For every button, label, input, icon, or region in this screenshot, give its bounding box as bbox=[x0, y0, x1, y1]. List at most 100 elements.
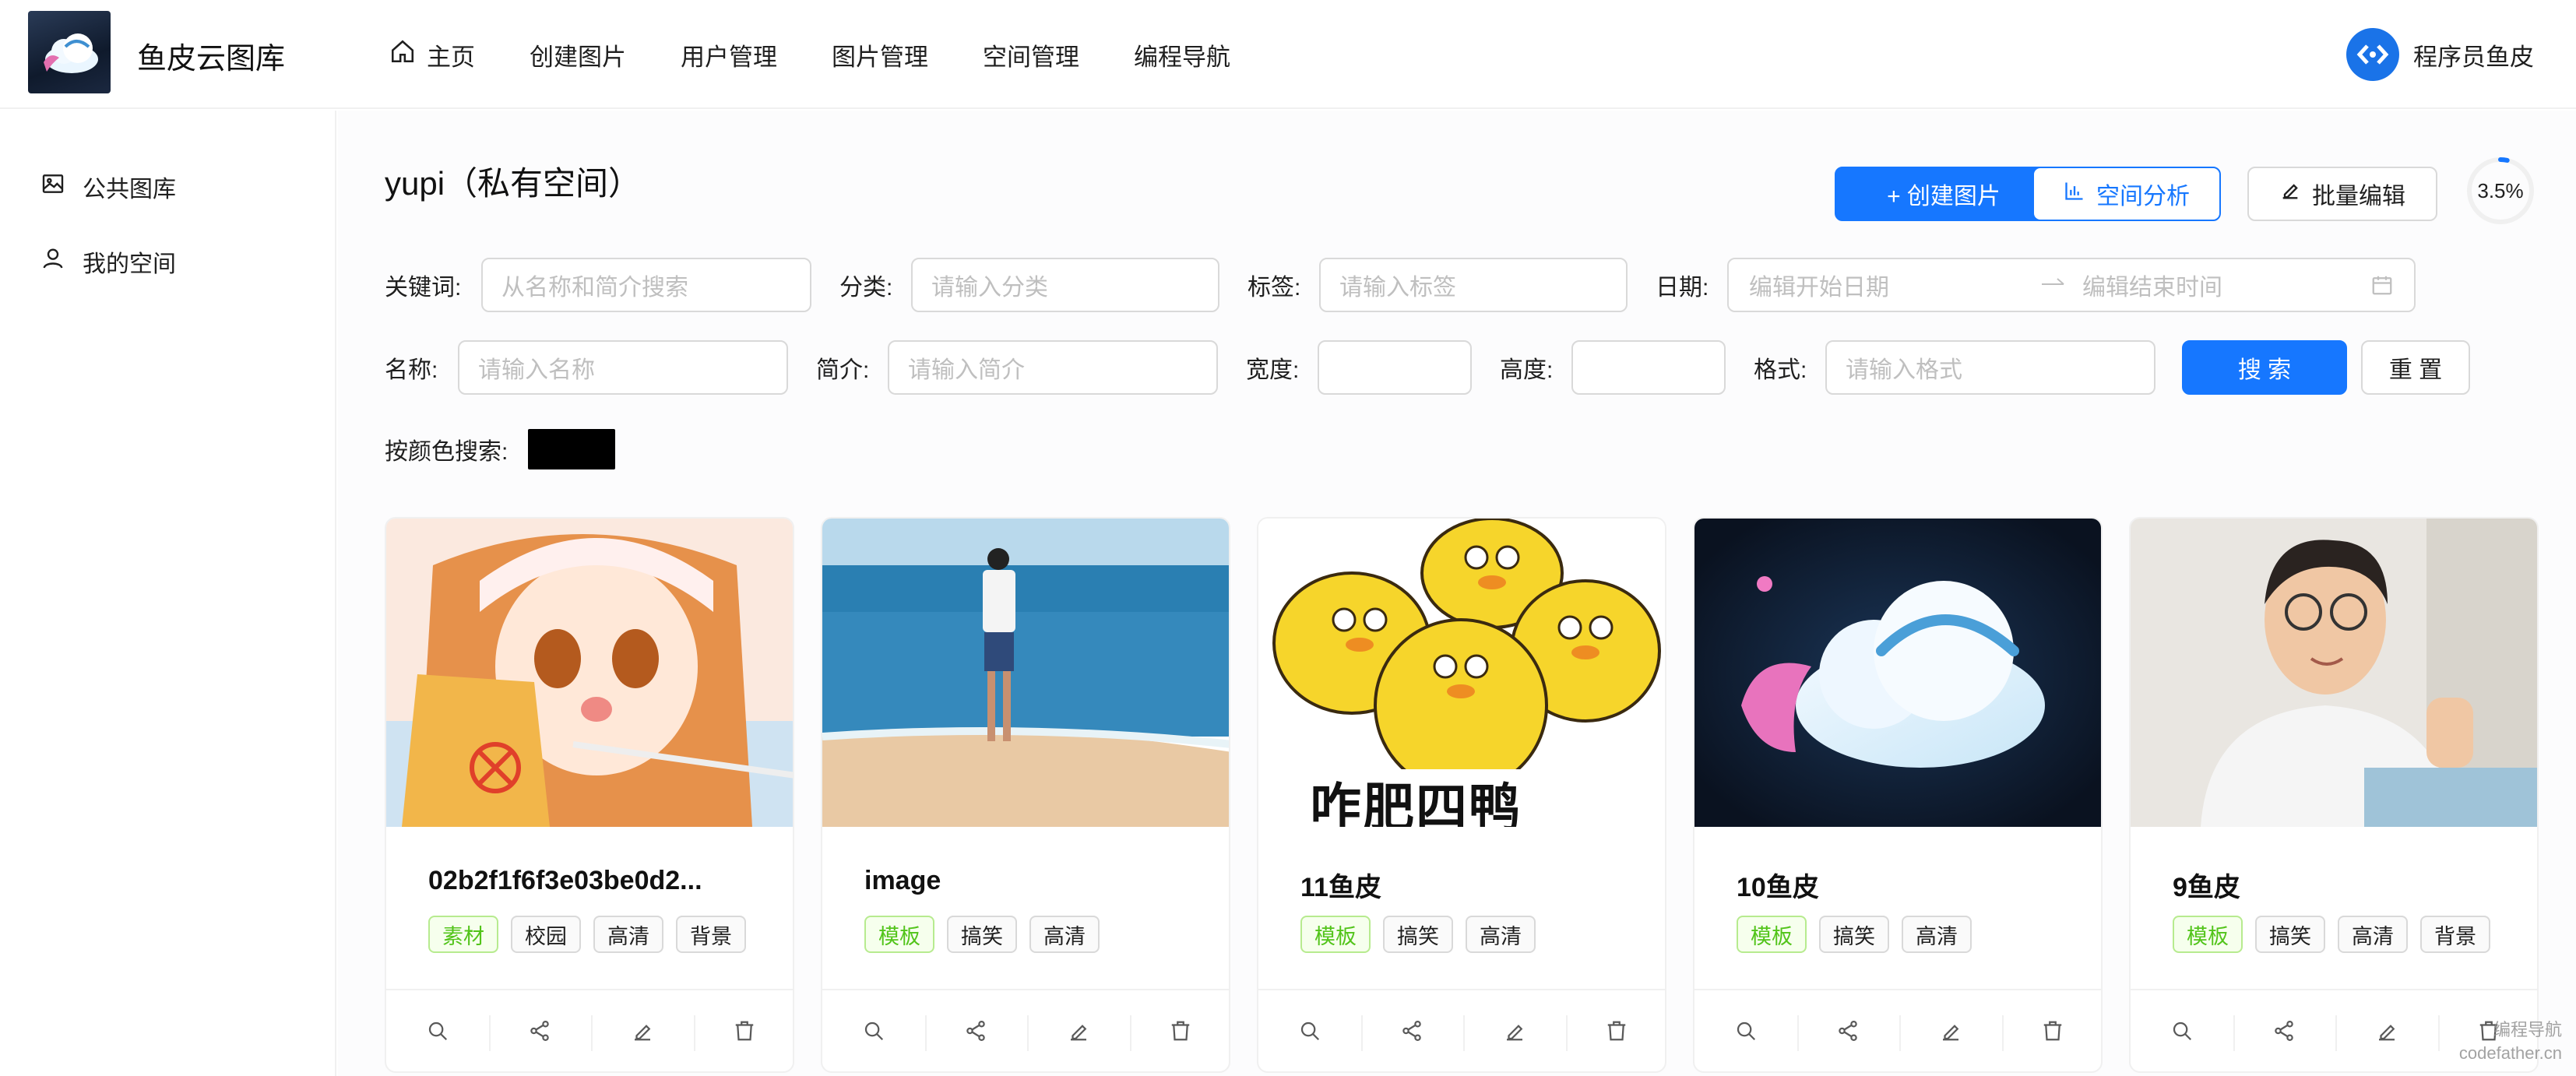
date-range-picker[interactable]: 编辑开始日期 编辑结束时间 bbox=[1727, 258, 2416, 312]
page-title: yupi（私有空间） bbox=[385, 165, 642, 202]
share-button[interactable] bbox=[2233, 990, 2336, 1071]
picture-thumbnail[interactable]: 咋肥四鸭 bbox=[1258, 519, 1665, 827]
tag: 搞笑 bbox=[2255, 916, 2325, 953]
delete-button[interactable] bbox=[2001, 990, 2102, 1071]
intro-input[interactable]: 请输入简介 bbox=[888, 340, 1218, 395]
tag: 搞笑 bbox=[947, 916, 1017, 953]
user-name[interactable]: 程序员鱼皮 bbox=[2413, 37, 2534, 72]
picture-icon bbox=[40, 171, 65, 202]
nav-coding-guide[interactable]: 编程导航 bbox=[1134, 37, 1230, 72]
tags-label: 标签: bbox=[1248, 275, 1301, 301]
category-tag: 模板 bbox=[1737, 916, 1807, 953]
card-actions bbox=[1258, 989, 1666, 1071]
tag: 高清 bbox=[2338, 916, 2408, 953]
edit-icon bbox=[1939, 1019, 1962, 1046]
category-input[interactable]: 请输入分类 bbox=[911, 258, 1219, 312]
view-button[interactable] bbox=[386, 990, 489, 1071]
search-button[interactable]: 搜 索 bbox=[2182, 340, 2347, 395]
space-analysis-button[interactable]: 空间分析 bbox=[2032, 167, 2221, 221]
picture-card[interactable]: 10鱼皮 模板 搞笑 高清 bbox=[1693, 517, 2103, 1073]
edit-button[interactable] bbox=[2335, 990, 2438, 1071]
nav-create-picture[interactable]: 创建图片 bbox=[530, 37, 626, 72]
view-button[interactable] bbox=[2131, 990, 2233, 1071]
height-input[interactable] bbox=[1571, 340, 1726, 395]
share-button[interactable] bbox=[488, 990, 592, 1071]
date-start-input[interactable]: 编辑开始日期 bbox=[1749, 268, 1889, 302]
sidebar: 公共图库 我的空间 bbox=[0, 111, 336, 1076]
delete-button[interactable] bbox=[1129, 990, 1230, 1071]
name-input[interactable]: 请输入名称 bbox=[458, 340, 788, 395]
category-tag: 模板 bbox=[864, 916, 934, 953]
share-icon bbox=[528, 1019, 551, 1046]
edit-icon bbox=[1067, 1019, 1090, 1046]
height-label: 高度: bbox=[1500, 357, 1554, 383]
delete-icon bbox=[733, 1019, 756, 1046]
picture-thumbnail[interactable] bbox=[2131, 519, 2537, 827]
avatar[interactable] bbox=[2346, 28, 2399, 81]
delete-button[interactable] bbox=[1565, 990, 1666, 1071]
date-end-input[interactable]: 编辑结束时间 bbox=[2082, 268, 2222, 302]
edit-button[interactable] bbox=[1027, 990, 1130, 1071]
card-actions bbox=[822, 989, 1230, 1071]
width-input[interactable] bbox=[1318, 340, 1472, 395]
category-tag: 模板 bbox=[2173, 916, 2243, 953]
tag: 高清 bbox=[1029, 916, 1100, 953]
batch-edit-button[interactable]: 批量编辑 bbox=[2247, 167, 2437, 221]
picture-card[interactable]: 9鱼皮 模板 搞笑 高清 背景 bbox=[2129, 517, 2539, 1073]
view-button[interactable] bbox=[1258, 990, 1361, 1071]
logo[interactable] bbox=[28, 11, 111, 93]
nav-user-manage[interactable]: 用户管理 bbox=[681, 37, 777, 72]
picture-card[interactable]: image 模板 搞笑 高清 bbox=[821, 517, 1230, 1073]
edit-icon bbox=[2279, 180, 2301, 208]
picture-thumbnail[interactable] bbox=[822, 519, 1229, 827]
card-actions bbox=[386, 989, 794, 1071]
tags-input[interactable]: 请输入标签 bbox=[1319, 258, 1628, 312]
width-label: 宽度: bbox=[1246, 357, 1300, 383]
picture-title: 9鱼皮 bbox=[2173, 873, 2240, 902]
share-icon bbox=[2272, 1019, 2296, 1046]
search-icon bbox=[1734, 1019, 1758, 1046]
space-usage-percent: 3.5% bbox=[2477, 178, 2524, 202]
date-label: 日期: bbox=[1656, 275, 1709, 301]
picture-thumbnail[interactable] bbox=[386, 519, 793, 827]
keyword-input[interactable]: 从名称和简介搜索 bbox=[481, 258, 811, 312]
picture-thumbnail[interactable] bbox=[1694, 519, 2101, 827]
picture-card[interactable]: 咋肥四鸭 11鱼皮 模板 搞笑 高清 bbox=[1257, 517, 1666, 1073]
search-icon bbox=[426, 1019, 449, 1046]
intro-label: 简介: bbox=[816, 357, 870, 383]
edit-button[interactable] bbox=[1463, 990, 1566, 1071]
picture-tags: 模板 搞笑 高清 bbox=[864, 916, 1100, 953]
share-button[interactable] bbox=[924, 990, 1028, 1071]
nav-picture-manage[interactable]: 图片管理 bbox=[832, 37, 928, 72]
nav-home[interactable]: 主页 bbox=[389, 37, 475, 72]
format-input[interactable]: 请输入格式 bbox=[1825, 340, 2155, 395]
user-menu[interactable]: 程序员鱼皮 bbox=[2346, 28, 2534, 81]
picture-title: 11鱼皮 bbox=[1300, 873, 1381, 902]
share-button[interactable] bbox=[1360, 990, 1464, 1071]
reset-button[interactable]: 重 置 bbox=[2361, 340, 2470, 395]
sidebar-item-public-gallery[interactable]: 公共图库 bbox=[40, 170, 176, 204]
view-button[interactable] bbox=[822, 990, 925, 1071]
tag: 高清 bbox=[1902, 916, 1972, 953]
sidebar-item-label: 公共图库 bbox=[83, 177, 176, 202]
tag: 搞笑 bbox=[1383, 916, 1453, 953]
picture-tags: 模板 搞笑 高清 bbox=[1300, 916, 1536, 953]
sidebar-item-my-space[interactable]: 我的空间 bbox=[40, 244, 176, 279]
picture-card[interactable]: 02b2f1f6f3e03be0d2... 素材 校园 高清 背景 bbox=[385, 517, 794, 1073]
share-icon bbox=[1400, 1019, 1423, 1046]
color-picker[interactable] bbox=[528, 429, 615, 469]
create-picture-button[interactable]: + 创建图片 bbox=[1835, 167, 2053, 221]
picture-tags: 模板 搞笑 高清 bbox=[1737, 916, 1972, 953]
view-button[interactable] bbox=[1694, 990, 1797, 1071]
picture-tags: 素材 校园 高清 背景 bbox=[428, 916, 746, 953]
edit-button[interactable] bbox=[1899, 990, 2002, 1071]
main-content: yupi（私有空间） + 创建图片 空间分析 批量编辑 3.5% 关键词: 从名… bbox=[338, 111, 2576, 1076]
main-nav: 主页 创建图片 用户管理 图片管理 空间管理 编程导航 bbox=[389, 0, 1285, 109]
format-label: 格式: bbox=[1754, 357, 1807, 383]
category-tag: 模板 bbox=[1300, 916, 1371, 953]
edit-button[interactable] bbox=[591, 990, 694, 1071]
delete-button[interactable] bbox=[693, 990, 794, 1071]
watermark-line: codefather.cn bbox=[2458, 1043, 2562, 1063]
share-button[interactable] bbox=[1797, 990, 1900, 1071]
nav-space-manage[interactable]: 空间管理 bbox=[983, 37, 1079, 72]
